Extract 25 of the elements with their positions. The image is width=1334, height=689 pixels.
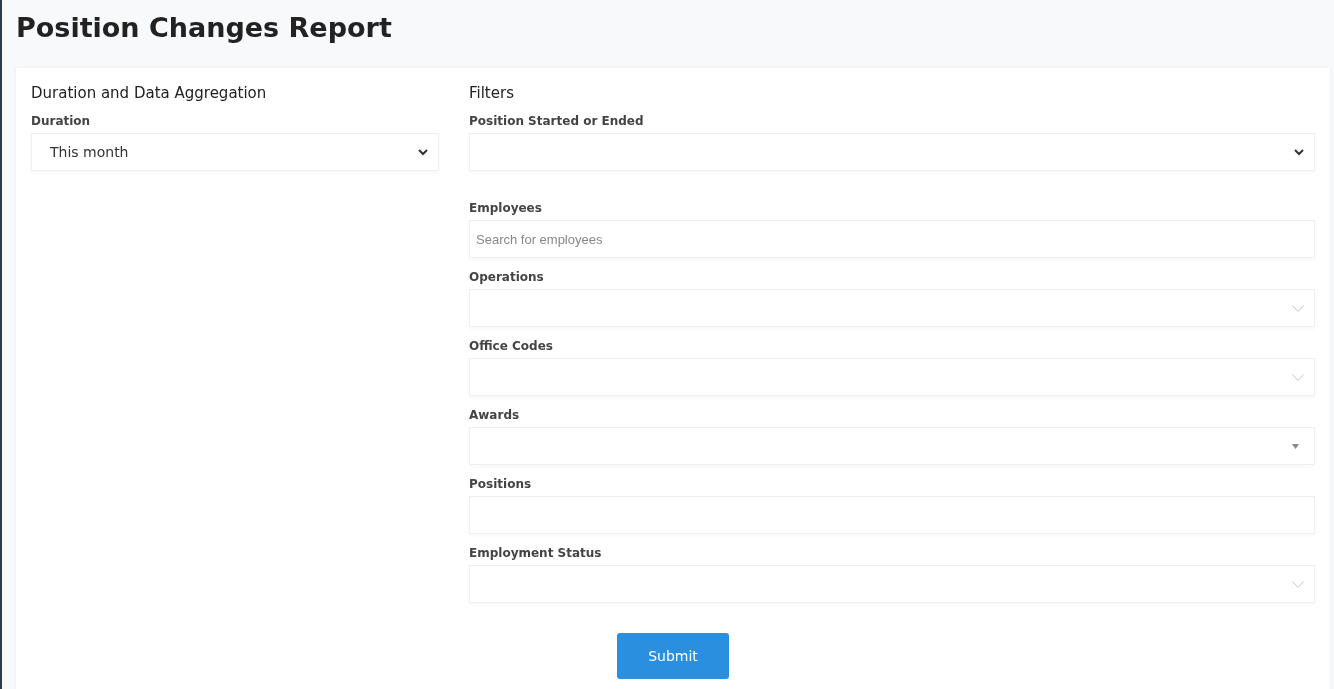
page-title: Position Changes Report [16,11,393,45]
field-label: Operations [469,270,545,284]
select-field[interactable] [469,133,1315,171]
field-label: Awards [469,408,521,422]
select-value: This month [50,144,129,160]
chevron-down-icon [1292,580,1304,588]
chevron-down-icon [1292,304,1304,312]
chevron-down-icon [1294,148,1304,156]
field-label: Office Codes [469,339,554,353]
field-label: Positions [469,477,533,491]
field-label: Position Started or Ended [469,114,645,128]
chevron-down-icon [1292,373,1304,381]
multiselect-field[interactable] [469,289,1315,327]
multiselect-field[interactable] [469,565,1315,603]
field-label: Employees [469,201,543,215]
field-label: Duration [31,114,92,128]
field-label: Employment Status [469,546,603,560]
section-heading: Duration and Data Aggregation [31,83,268,104]
multiselect-field[interactable] [469,358,1315,396]
select-field[interactable]: This month [31,133,439,171]
triangle-down-icon [1292,443,1299,449]
dropdown-field[interactable] [469,427,1315,465]
section-heading: Filters [469,83,515,104]
search-field[interactable]: Search for employees [469,220,1315,258]
chevron-down-icon [418,148,428,156]
